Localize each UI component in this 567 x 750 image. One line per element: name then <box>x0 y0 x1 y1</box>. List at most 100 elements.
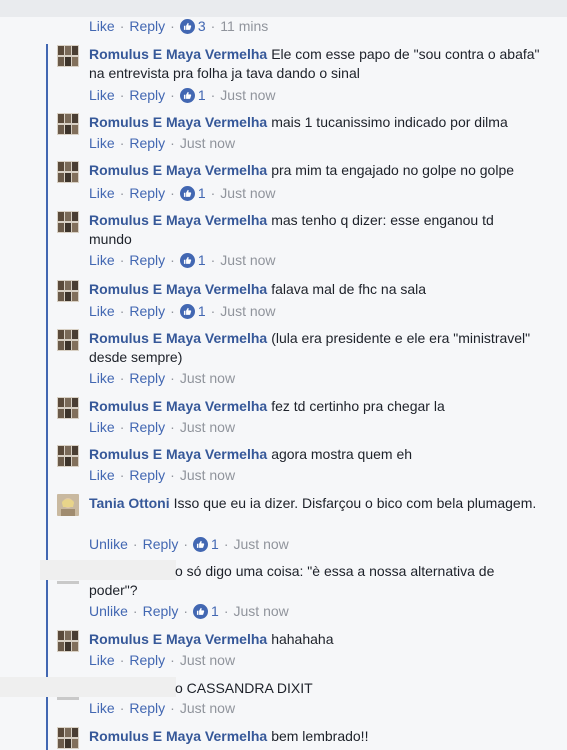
comment-text: mais 1 tucanissimo indicado por dilma <box>271 114 508 130</box>
comment: Romulus E Maya Vermelha bem lembrado!! <box>89 727 544 746</box>
reply-button[interactable]: Reply <box>129 700 165 716</box>
reply-button[interactable]: Reply <box>129 419 165 435</box>
like-button[interactable]: Like <box>89 252 115 268</box>
timestamp[interactable]: Just now <box>220 252 275 268</box>
like-count[interactable]: 1 <box>193 536 219 552</box>
separator: · <box>170 303 175 319</box>
avatar[interactable] <box>57 445 79 467</box>
reply-button[interactable]: Reply <box>143 603 179 619</box>
like-button[interactable]: Like <box>89 370 115 386</box>
timestamp[interactable]: Just now <box>220 185 275 201</box>
like-button[interactable]: Like <box>89 419 115 435</box>
thumbs-up-icon <box>193 537 209 552</box>
comment-author[interactable]: Romulus E Maya Vermelha <box>89 728 267 744</box>
avatar[interactable] <box>57 329 79 351</box>
comment-actions: Like · Reply · 1 · Just now <box>89 302 276 320</box>
comment-actions: Like · Reply · 3 · 11 mins <box>89 17 268 35</box>
comment-text: bem lembrado!! <box>271 728 369 744</box>
separator: · <box>210 18 216 34</box>
separator: · <box>210 303 216 319</box>
avatar[interactable] <box>57 630 79 652</box>
like-button[interactable]: Like <box>89 87 115 103</box>
reply-button[interactable]: Reply <box>143 536 179 552</box>
reply-button[interactable]: Reply <box>129 87 165 103</box>
unlike-button[interactable]: Unlike <box>89 536 128 552</box>
avatar[interactable] <box>57 494 79 516</box>
timestamp[interactable]: Just now <box>180 135 235 151</box>
unlike-button[interactable]: Unlike <box>89 603 128 619</box>
like-count[interactable]: 1 <box>179 185 206 201</box>
like-button[interactable]: Like <box>89 652 115 668</box>
avatar[interactable] <box>57 697 79 700</box>
avatar[interactable] <box>57 280 79 302</box>
avatar[interactable] <box>57 45 79 67</box>
comment-author[interactable]: Tania Ottoni <box>89 495 170 511</box>
comment-text: fez td certinho pra chegar la <box>271 398 445 414</box>
reply-button[interactable]: Reply <box>129 252 165 268</box>
timestamp[interactable]: Just now <box>234 536 289 552</box>
timestamp[interactable]: Just now <box>234 603 289 619</box>
like-button[interactable]: Like <box>89 303 115 319</box>
comment-actions: Like · Reply · 1 · Just now <box>89 184 276 202</box>
separator: · <box>183 603 189 619</box>
like-button[interactable]: Like <box>89 185 115 201</box>
timestamp[interactable]: Just now <box>220 303 275 319</box>
like-count[interactable]: 1 <box>179 303 206 319</box>
reply-button[interactable]: Reply <box>129 18 165 34</box>
comment-author[interactable]: Romulus E Maya Vermelha <box>89 212 267 228</box>
comment-author[interactable]: Romulus E Maya Vermelha <box>89 114 267 130</box>
reply-button[interactable]: Reply <box>129 370 165 386</box>
avatar[interactable] <box>57 161 79 183</box>
like-button[interactable]: Like <box>89 467 115 483</box>
comment: Romulus E Maya Vermelha hahahaha <box>89 630 544 649</box>
comment-actions: Like · Reply · 1 · Just now <box>89 251 276 269</box>
reply-button[interactable]: Reply <box>129 185 165 201</box>
reply-button[interactable]: Reply <box>129 303 165 319</box>
avatar[interactable] <box>57 727 79 749</box>
comment-author[interactable]: Romulus E Maya Vermelha <box>89 162 267 178</box>
comment-author[interactable]: Romulus E Maya Vermelha <box>89 281 267 297</box>
comment: Romulus E Maya Vermelha mais 1 tucanissim… <box>89 113 544 132</box>
comment-actions: Like · Reply · Just now <box>89 134 235 152</box>
separator: · <box>170 419 175 435</box>
reply-button[interactable]: Reply <box>129 467 165 483</box>
like-count[interactable]: 1 <box>193 603 219 619</box>
like-button[interactable]: Like <box>89 18 115 34</box>
thumbs-up-icon <box>179 253 195 268</box>
comment-author[interactable]: Romulus E Maya Vermelha <box>89 446 267 462</box>
timestamp[interactable]: Just now <box>180 652 235 668</box>
avatar[interactable] <box>57 211 79 233</box>
avatar[interactable] <box>57 397 79 419</box>
thumbs-up-icon <box>193 604 209 619</box>
separator: · <box>210 87 216 103</box>
separator: · <box>119 185 125 201</box>
separator: · <box>170 467 175 483</box>
like-count[interactable]: 1 <box>179 252 206 268</box>
comment-author[interactable]: Romulus E Maya Vermelha <box>89 398 267 414</box>
avatar[interactable] <box>57 113 79 135</box>
separator: · <box>119 652 125 668</box>
separator: · <box>170 135 175 151</box>
avatar[interactable] <box>57 581 79 584</box>
timestamp[interactable]: Just now <box>220 87 275 103</box>
thumbs-up-icon <box>179 19 195 34</box>
like-count[interactable]: 3 <box>179 18 206 34</box>
separator: · <box>223 536 229 552</box>
like-count[interactable]: 1 <box>179 87 206 103</box>
thumbs-up-icon <box>179 304 195 319</box>
comment-author[interactable]: Romulus E Maya Vermelha <box>89 631 267 647</box>
comment-text: Isso que eu ia dizer. Disfarçou o bico c… <box>173 495 537 511</box>
comment-author[interactable]: Romulus E Maya Vermelha <box>89 46 267 62</box>
timestamp[interactable]: Just now <box>180 370 235 386</box>
like-button[interactable]: Like <box>89 700 115 716</box>
reply-button[interactable]: Reply <box>129 135 165 151</box>
reply-button[interactable]: Reply <box>129 652 165 668</box>
reply-thread-line <box>46 44 48 750</box>
timestamp[interactable]: Just now <box>180 419 235 435</box>
separator: · <box>170 87 175 103</box>
like-button[interactable]: Like <box>89 135 115 151</box>
timestamp[interactable]: Just now <box>180 467 235 483</box>
comment-author[interactable]: Romulus E Maya Vermelha <box>89 330 267 346</box>
timestamp[interactable]: 11 mins <box>220 18 268 34</box>
timestamp[interactable]: Just now <box>180 700 235 716</box>
